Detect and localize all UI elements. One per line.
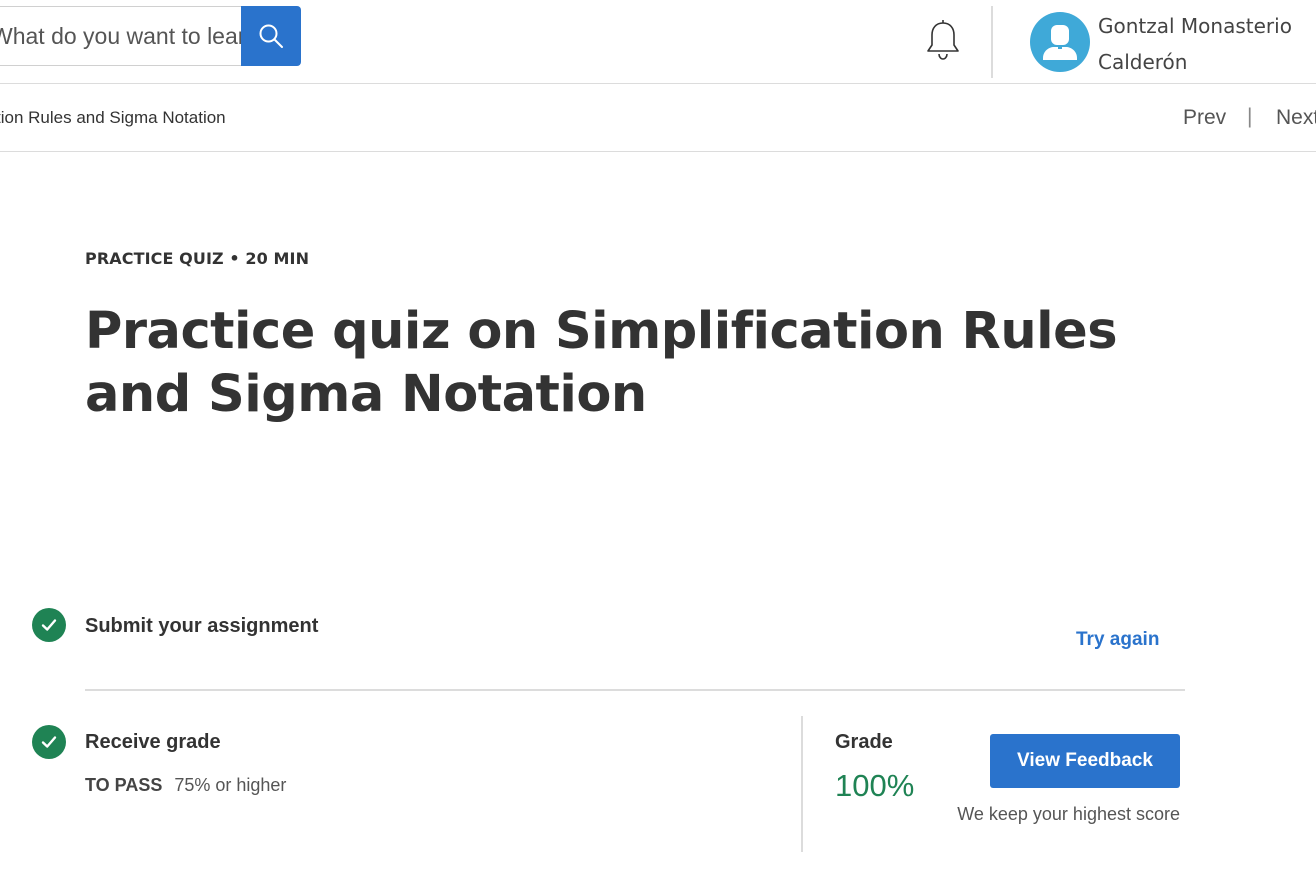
- header-divider: [991, 6, 993, 78]
- step-divider: [85, 689, 1185, 691]
- highest-score-note: We keep your highest score: [957, 804, 1180, 824]
- to-pass-label: TO PASS: [85, 775, 163, 795]
- lesson-nav-bar: tion Rules and Sigma Notation Prev | Nex…: [0, 84, 1316, 152]
- top-header: Gontzal Monasterio Calderón: [0, 0, 1316, 84]
- quiz-type-label: PRACTICE QUIZ • 20 MIN: [85, 249, 310, 268]
- submit-step-title: Submit your assignment: [85, 615, 319, 637]
- search-icon: [259, 24, 283, 48]
- view-feedback-button[interactable]: View Feedback: [990, 734, 1180, 788]
- grade-divider: [801, 716, 803, 852]
- receive-status-check: [32, 725, 66, 759]
- breadcrumb[interactable]: tion Rules and Sigma Notation: [0, 108, 226, 128]
- receive-step-title: Receive grade: [85, 731, 221, 753]
- search-field[interactable]: [0, 6, 242, 66]
- check-icon: [41, 619, 57, 631]
- nav-separator: |: [1247, 105, 1253, 128]
- person-icon: [1043, 25, 1077, 60]
- check-icon: [41, 736, 57, 748]
- prev-link[interactable]: Prev: [1183, 106, 1226, 130]
- submit-status-check: [32, 608, 66, 642]
- grade-value: 100%: [835, 768, 915, 803]
- notifications-button[interactable]: [922, 18, 964, 62]
- grade-label: Grade: [835, 731, 893, 753]
- to-pass-value: 75% or higher: [174, 775, 287, 795]
- bell-icon: [927, 20, 959, 60]
- try-again-link[interactable]: Try again: [1076, 629, 1159, 651]
- user-name-first: Gontzal Monasterio: [1098, 14, 1292, 38]
- search-input[interactable]: [0, 7, 242, 65]
- next-link[interactable]: Next: [1276, 106, 1316, 130]
- search-button[interactable]: [241, 6, 301, 66]
- page-title: Practice quiz on Simplification Rules an…: [85, 302, 1118, 424]
- search-input-wrapper: [0, 7, 242, 65]
- pass-requirement: TO PASS 75% or higher: [85, 775, 286, 796]
- user-name-last: Calderón: [1098, 50, 1188, 74]
- user-name[interactable]: Gontzal Monasterio Calderón: [1098, 8, 1316, 80]
- avatar[interactable]: [1030, 12, 1090, 72]
